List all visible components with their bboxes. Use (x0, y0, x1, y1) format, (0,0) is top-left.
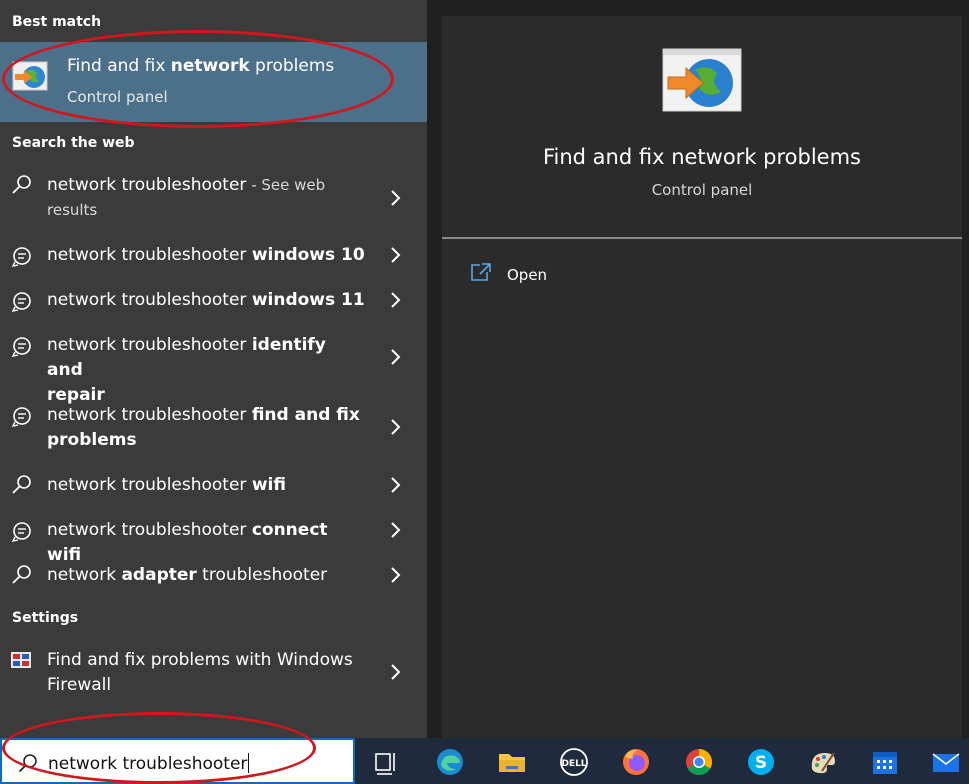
network-troubleshooter-icon (12, 61, 48, 91)
web-result[interactable]: network troubleshooter windows 10 (0, 242, 427, 272)
settings-header: Settings (12, 610, 79, 626)
best-match-header: Best match (12, 14, 102, 30)
chrome-icon[interactable] (684, 747, 714, 777)
dell-icon[interactable]: DELL (559, 747, 589, 777)
preview-pane: Find and fix network problems Control pa… (442, 16, 962, 738)
search-icon (18, 754, 37, 773)
search-results-panel: Best match Find and fix network problems… (0, 0, 427, 738)
chevron-right-icon (391, 522, 401, 538)
web-result[interactable]: network troubleshooter find and fix probl… (0, 402, 427, 456)
skype-icon[interactable]: S (746, 747, 776, 777)
open-icon (471, 263, 491, 281)
network-troubleshooter-icon (662, 48, 742, 112)
chat-search-icon (11, 292, 31, 312)
web-result[interactable]: network troubleshooter windows 11 (0, 287, 427, 317)
preview-title: Find and fix network problems (542, 145, 861, 169)
paint-icon[interactable] (808, 747, 838, 777)
web-result[interactable]: network troubleshooter wifi (0, 472, 427, 502)
chat-search-icon (11, 247, 31, 267)
chevron-right-icon (391, 477, 401, 493)
svg-text:S: S (755, 753, 767, 773)
calendar-icon[interactable] (870, 747, 900, 777)
search-input-value: network troubleshooter (48, 753, 250, 774)
taskbar: network troubleshooter DELL S (0, 712, 969, 784)
firefox-icon[interactable] (621, 747, 651, 777)
preview-subtitle: Control panel (651, 181, 753, 199)
divider (442, 237, 962, 239)
edge-icon[interactable] (435, 747, 465, 777)
search-input[interactable]: network troubleshooter (0, 738, 355, 784)
chevron-right-icon (391, 190, 401, 206)
best-match-subtitle: Control panel (67, 88, 168, 106)
chevron-right-icon (391, 419, 401, 435)
chat-search-icon (11, 522, 31, 542)
chevron-right-icon (391, 664, 401, 680)
best-match-title: Find and fix network problems (67, 56, 335, 76)
settings-result[interactable]: Find and fix problems with Windows Firewa… (0, 647, 427, 701)
web-result[interactable]: network troubleshooter identify and repai… (0, 332, 427, 405)
chat-search-icon (11, 407, 31, 427)
chevron-right-icon (391, 247, 401, 263)
open-button[interactable]: Open (470, 262, 670, 290)
chevron-right-icon (391, 349, 401, 365)
preview-header: Find and fix network problems Control pa… (442, 16, 962, 238)
best-match-result[interactable]: Find and fix network problems Control pa… (0, 42, 427, 122)
web-result[interactable]: network adapter troubleshooter (0, 562, 427, 592)
web-result[interactable]: network troubleshooter connect wifi (0, 517, 427, 565)
search-icon (12, 175, 31, 194)
search-web-header: Search the web (12, 135, 135, 151)
task-view-icon[interactable] (372, 747, 402, 777)
chevron-right-icon (391, 292, 401, 308)
chevron-right-icon (391, 567, 401, 583)
search-icon (12, 475, 31, 494)
svg-text:DELL: DELL (561, 759, 586, 769)
mail-icon[interactable] (931, 747, 961, 777)
search-icon (12, 565, 31, 584)
web-result[interactable]: network troubleshooter - See web results (0, 172, 427, 228)
file-explorer-icon[interactable] (497, 747, 527, 777)
open-label: Open (507, 266, 548, 284)
firewall-icon (11, 652, 31, 668)
chat-search-icon (11, 337, 31, 357)
